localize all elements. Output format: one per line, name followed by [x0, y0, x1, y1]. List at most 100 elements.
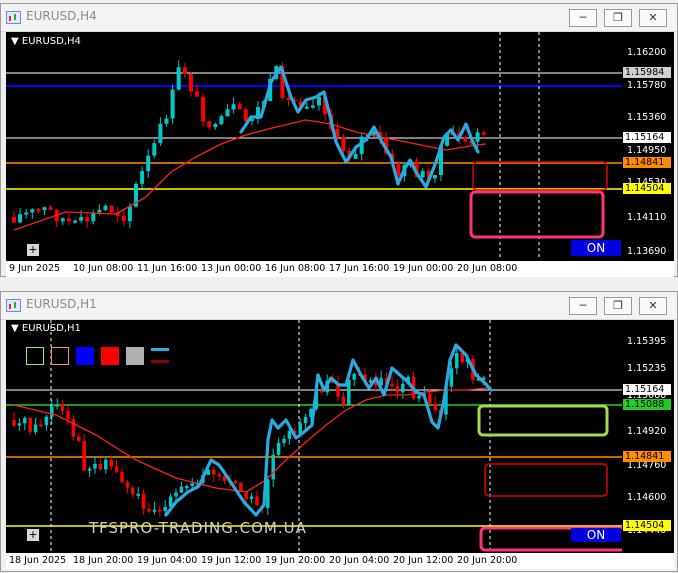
candle-body [158, 509, 162, 512]
candle-body [481, 132, 486, 135]
time-scale[interactable]: 9 Jun 2025 10 Jun 08:00 11 Jun 16:00 13 Jun… [6, 260, 674, 277]
price-scale[interactable]: 1.15395 1.15235 1.15080 1.14920 1.14760 1.146… [622, 320, 674, 552]
candle-body [303, 416, 308, 424]
candle-body [243, 109, 248, 121]
symbol-label-text: EURUSD,H1 [21, 323, 81, 334]
minimize-button[interactable]: ─ [569, 297, 597, 315]
price-tag-label: 1.15984 [623, 67, 671, 78]
candle-body [50, 406, 54, 417]
price-tick-label: 1.14600 [627, 492, 667, 503]
candle-body [207, 121, 212, 128]
time-tick-label: 18 Jun 2025 [9, 555, 67, 566]
candle-body [217, 474, 221, 477]
moving-average-line [13, 387, 489, 493]
price-tick-label: 1.15780 [627, 80, 667, 91]
candle-body [244, 491, 248, 499]
line-style-swatch[interactable] [151, 348, 169, 351]
candle-body [73, 220, 77, 223]
price-tick-label: 1.14920 [627, 426, 667, 437]
price-tick-label: 1.13690 [627, 246, 667, 257]
restore-button[interactable]: ❐ [604, 297, 632, 315]
symbol-label: ▼ EURUSD,H4 [11, 36, 81, 47]
color-swatch[interactable] [26, 347, 44, 365]
minimize-button[interactable]: ─ [569, 9, 597, 27]
time-tick-label: 16 Jun 08:00 [265, 263, 326, 274]
time-tick-label: 11 Jun 16:00 [137, 263, 198, 274]
color-swatch[interactable] [76, 347, 94, 365]
candle-body [36, 209, 41, 212]
color-swatch[interactable] [51, 347, 69, 365]
expand-button[interactable]: + [27, 529, 39, 541]
time-tick-label: 18 Jun 20:00 [73, 555, 134, 566]
candle-body [114, 466, 119, 472]
color-swatch[interactable] [126, 347, 144, 365]
supply-zone-box [472, 161, 608, 191]
candle-body [125, 482, 130, 488]
expand-button[interactable]: + [27, 244, 39, 256]
candle-body [170, 89, 175, 119]
candle-body [42, 207, 47, 211]
price-scale[interactable]: 1.162001.157801.153601.149501.145301.141… [622, 32, 674, 260]
on-button[interactable]: ON [571, 528, 621, 542]
candle-body [30, 209, 35, 213]
candle-body [24, 212, 29, 215]
candle-body [276, 442, 281, 455]
candle-body [225, 109, 230, 117]
candle-body [120, 471, 124, 483]
chart-window-h1[interactable]: EURUSD,H1 ─ ❐ ✕ ▼ EURUSD,H1 TFSPRO-TRADI… [0, 291, 678, 572]
candle-body [55, 404, 59, 407]
window-title: EURUSD,H4 [26, 9, 97, 23]
color-swatch[interactable] [101, 347, 119, 365]
candle-body [23, 417, 27, 424]
price-tick-label: 1.14950 [627, 145, 667, 156]
candle-body [395, 385, 400, 393]
candle-body [455, 353, 459, 369]
time-tick-label: 20 Jun 08:00 [457, 263, 518, 274]
close-button[interactable]: ✕ [639, 297, 667, 315]
close-button[interactable]: ✕ [639, 9, 667, 27]
candle-body [353, 153, 358, 159]
on-button[interactable]: ON [571, 240, 621, 256]
time-scale[interactable]: 18 Jun 2025 18 Jun 20:00 19 Jun 04:00 19 Ju… [6, 552, 674, 569]
time-tick-label: 13 Jun 00:00 [201, 263, 262, 274]
price-tick-label: 1.16200 [627, 47, 667, 58]
candle-body [71, 419, 76, 437]
line-style-swatch[interactable] [151, 360, 169, 363]
chart-window-h4[interactable]: EURUSD,H4 ─ ❐ ✕ ▼ EURUSD,H4 ON + 1.16200… [0, 3, 678, 277]
time-tick-label: 20 Jun 20:00 [457, 555, 518, 566]
chart-window-icon [6, 299, 21, 312]
candle-body [219, 116, 224, 125]
time-tick-label: 19 Jun 12:00 [201, 555, 262, 566]
price-chart[interactable]: ▼ EURUSD,H4 ON + [6, 32, 622, 260]
candle-body [87, 468, 92, 471]
candle-body [287, 430, 292, 439]
candle-body [428, 393, 432, 404]
candle-body [152, 509, 157, 512]
price-chart[interactable]: ▼ EURUSD,H1 TFSPRO-TRADING.COM.UA ON + [6, 320, 622, 552]
candle-body [249, 496, 254, 499]
candle-body [12, 420, 16, 426]
candle-body [201, 96, 206, 122]
candle-body [164, 118, 169, 124]
candle-body [18, 214, 23, 223]
target-zone-box [469, 190, 605, 239]
candle-body [390, 383, 394, 386]
candle-body [136, 493, 140, 496]
candle-body [127, 206, 132, 222]
price-tag-label: 1.14841 [623, 157, 671, 168]
candle-body [66, 218, 71, 221]
window-titlebar[interactable]: EURUSD,H1 ─ ❐ ✕ [1, 292, 677, 320]
price-tick-label: 1.15360 [627, 112, 667, 123]
price-tick-label: 1.14110 [627, 212, 667, 223]
candle-body [401, 383, 405, 393]
candle-body [158, 123, 163, 144]
symbol-label-text: EURUSD,H4 [21, 36, 81, 47]
candle-body [48, 207, 53, 210]
window-titlebar[interactable]: EURUSD,H4 ─ ❐ ✕ [1, 4, 677, 32]
candle-body [317, 96, 321, 106]
candle-body [12, 217, 16, 223]
restore-button[interactable]: ❐ [604, 9, 632, 27]
candle-body [77, 436, 81, 441]
support-zone-box [477, 404, 609, 437]
candle-body [103, 205, 108, 210]
